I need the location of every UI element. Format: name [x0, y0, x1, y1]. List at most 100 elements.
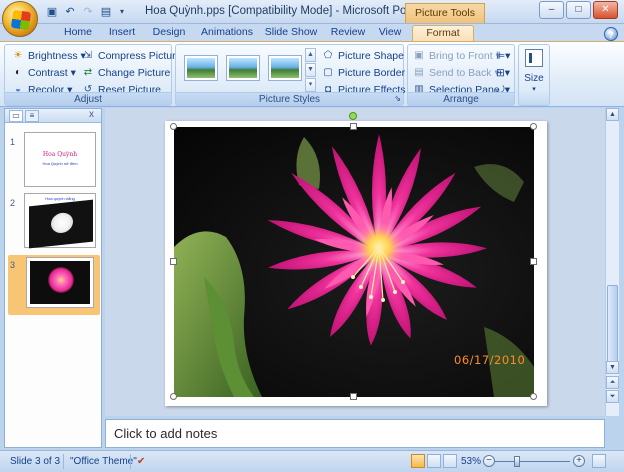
resize-handle-top-left[interactable] [170, 123, 177, 130]
picture-border-button[interactable]: ▢Picture Border ▾ [321, 65, 413, 81]
notes-placeholder: Click to add notes [114, 426, 218, 441]
maximize-button[interactable]: □ [566, 1, 591, 19]
redo-icon[interactable]: ↷ [80, 4, 96, 20]
arrange-group: ▣ Bring to Front ▾ ▤ Send to Back ▾ ▥ Selec… [407, 44, 515, 106]
contrast-button[interactable]: ◐ Contrast ▾ [11, 65, 76, 81]
spelling-check-icon[interactable]: ✔ [137, 456, 145, 467]
panel-tabs: ▭ ≡ x [5, 109, 101, 123]
picture-shape-icon: ⬠ [323, 50, 333, 62]
scroll-down-icon[interactable]: ▼ [606, 361, 619, 374]
zoom-in-icon[interactable]: + [573, 455, 585, 467]
minimize-button[interactable]: – [539, 1, 564, 19]
picture-shape-button[interactable]: ⬠Picture Shape ▾ [321, 48, 413, 64]
group-icon[interactable]: ⊞▾ [496, 65, 510, 81]
notes-pane[interactable]: Click to add notes [105, 419, 605, 448]
slide-number-3: 3 [10, 260, 16, 270]
slide-sorter-view-icon[interactable] [427, 454, 441, 468]
title-bar: ▣ ↶ ↷ ▤ ▾ Hoa Quỳnh.pps [Compatibility M… [0, 0, 624, 24]
slides-tab-icon[interactable]: ▭ [9, 110, 23, 122]
picture-style-thumb-3[interactable] [268, 55, 302, 81]
resize-handle-bottom-right[interactable] [530, 393, 537, 400]
scroll-up-icon[interactable]: ▲ [606, 108, 619, 121]
resize-handle-right[interactable] [530, 258, 537, 265]
outline-tab-icon[interactable]: ≡ [25, 110, 39, 122]
bring-to-front-button[interactable]: ▣ Bring to Front ▾ [412, 48, 501, 64]
undo-icon[interactable]: ↶ [62, 4, 78, 20]
picture-border-label: Picture Border [338, 67, 406, 79]
adjust-group: ☀ Brightness ▾ ◐ Contrast ▾ ◒ Recolor ▾ ⇲ Co… [4, 44, 187, 106]
tab-design[interactable]: Design [150, 25, 188, 41]
resize-handle-bottom[interactable] [350, 393, 357, 400]
previous-slide-icon[interactable]: ⏶ [606, 376, 619, 389]
size-group[interactable]: Size ▾ [518, 44, 550, 106]
picture-style-thumb-1[interactable] [184, 55, 218, 81]
status-bar: Slide 3 of 3 "Office Theme" ✔ 53% − + [0, 450, 624, 472]
brightness-icon: ☀ [13, 50, 23, 62]
zoom-level[interactable]: 53% [461, 456, 481, 467]
tab-home[interactable]: Home [60, 25, 96, 41]
save-icon[interactable]: ▣ [44, 4, 60, 20]
resize-handle-top-right[interactable] [530, 123, 537, 130]
adjust-group-label: Adjust [5, 92, 171, 105]
gallery-scroll-up-icon[interactable]: ▲ [305, 48, 316, 62]
picture-shape-label: Picture Shape [338, 50, 404, 62]
theme-status[interactable]: "Office Theme" [70, 456, 137, 467]
picture-border-icon: ▢ [323, 67, 333, 79]
photo-date-stamp: 06/17/2010 [454, 353, 526, 367]
open-icon[interactable]: ▤ [98, 4, 114, 20]
scrollbar-thumb[interactable] [607, 285, 618, 365]
slide-show-view-icon[interactable] [443, 454, 457, 468]
compress-icon: ⇲ [83, 50, 93, 62]
picture-style-thumb-2[interactable] [226, 55, 260, 81]
gallery-scroll-down-icon[interactable]: ▼ [305, 63, 316, 77]
change-picture-button[interactable]: ⇄ Change Picture [81, 65, 171, 81]
fit-to-window-icon[interactable] [592, 454, 606, 468]
flower-picture[interactable]: 06/17/2010 [174, 127, 534, 397]
brightness-button[interactable]: ☀ Brightness ▾ [11, 48, 86, 64]
slide-number-2: 2 [10, 198, 16, 208]
ribbon-tabs: Home Insert Design Animations Slide Show… [0, 24, 624, 41]
resize-handle-left[interactable] [170, 258, 177, 265]
dialog-launcher-icon[interactable]: ⇘ [394, 94, 401, 103]
office-button[interactable] [2, 1, 38, 37]
zoom-slider-track[interactable] [494, 461, 570, 462]
panel-close-icon[interactable]: x [89, 109, 94, 120]
tab-slide-show[interactable]: Slide Show [264, 25, 318, 41]
size-icon [525, 49, 543, 67]
help-icon[interactable]: ? [604, 27, 618, 41]
gallery-more-icon[interactable]: ▾ [305, 78, 316, 92]
align-icon[interactable]: ⊫▾ [496, 48, 510, 64]
contrast-icon: ◐ [14, 67, 22, 79]
slides-panel: ▭ ≡ x 1 Hoa Quỳnh Hoa Quỳnh nở đêm 2 Hoa… [4, 108, 102, 448]
tab-view[interactable]: View [374, 25, 406, 41]
slide-thumb-2[interactable]: Hoa quỳnh trắng [24, 193, 96, 249]
rotate-handle[interactable] [349, 112, 357, 120]
window-title: Hoa Quỳnh.pps [Compatibility Mode] - Mic… [145, 5, 410, 17]
slide-thumb-3[interactable] [26, 257, 94, 308]
resize-handle-top[interactable] [350, 123, 357, 130]
slide-3[interactable]: 06/17/2010 [165, 112, 547, 406]
close-button[interactable]: ✕ [593, 1, 618, 19]
tab-review[interactable]: Review [328, 25, 368, 41]
resize-handle-bottom-left[interactable] [170, 393, 177, 400]
zoom-slider-thumb[interactable] [514, 456, 520, 467]
contrast-label: Contrast [28, 67, 68, 79]
slide-1-title: Hoa Quỳnh [42, 151, 78, 158]
ribbon: ☀ Brightness ▾ ◐ Contrast ▾ ◒ Recolor ▾ ⇲ Co… [0, 41, 624, 107]
brightness-label: Brightness [28, 50, 78, 62]
context-tab-group-title: Picture Tools [405, 3, 485, 23]
slide-thumb-1[interactable]: Hoa Quỳnh Hoa Quỳnh nở đêm [24, 132, 96, 187]
tab-insert[interactable]: Insert [104, 25, 140, 41]
send-to-back-label: Send to Back [429, 67, 492, 79]
qat-customize-icon[interactable]: ▾ [114, 4, 130, 20]
tab-format[interactable]: Format [412, 25, 474, 41]
tab-animations[interactable]: Animations [198, 25, 256, 41]
send-to-back-button[interactable]: ▤ Send to Back ▾ [412, 65, 499, 81]
compress-label: Compress Pictures [98, 50, 187, 62]
next-slide-icon[interactable]: ⏷ [606, 390, 619, 403]
vertical-scrollbar[interactable]: ▲ ▼ ⏶ ⏷ [605, 108, 619, 416]
arrange-group-label: Arrange [408, 92, 514, 105]
bring-to-front-label: Bring to Front [429, 50, 493, 62]
compress-pictures-button[interactable]: ⇲ Compress Pictures [81, 48, 187, 64]
normal-view-icon[interactable] [411, 454, 425, 468]
